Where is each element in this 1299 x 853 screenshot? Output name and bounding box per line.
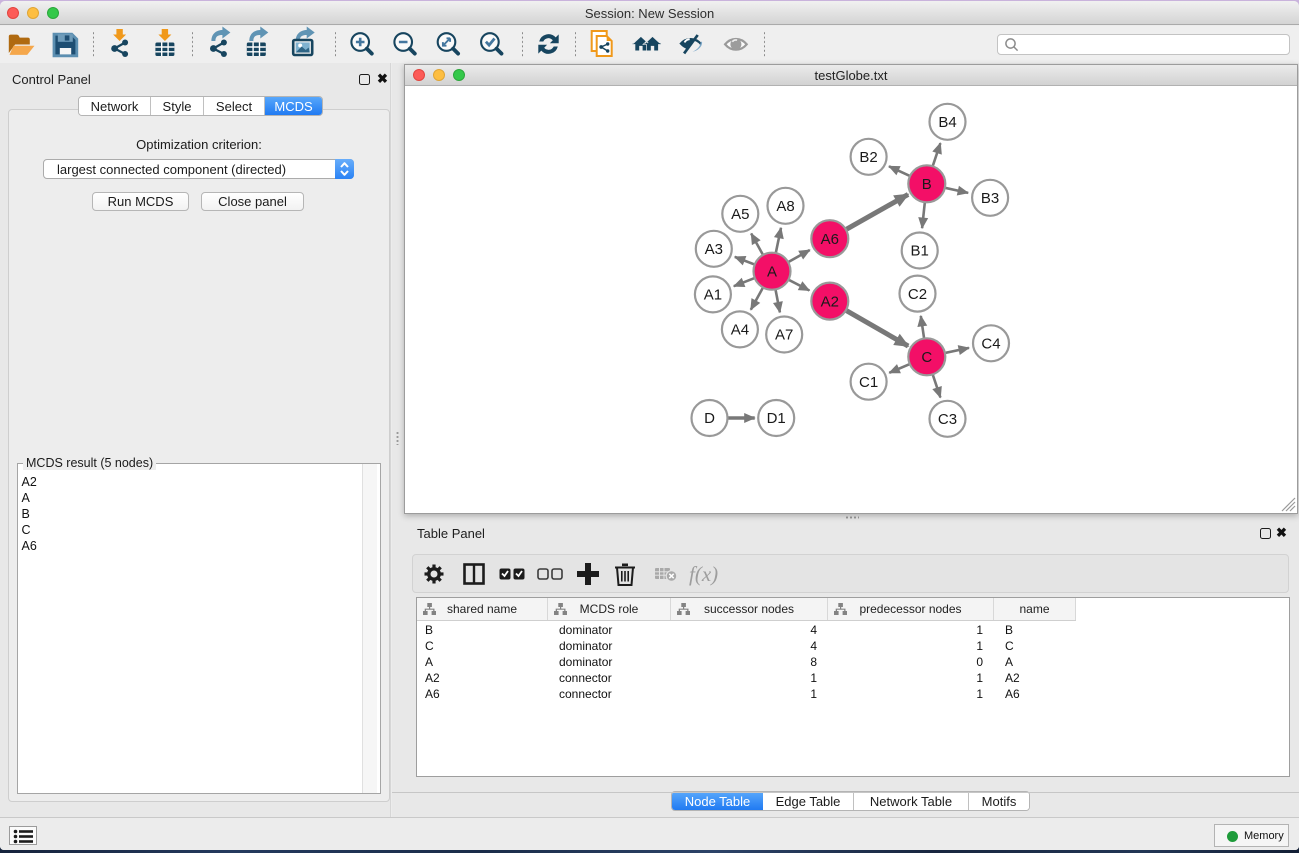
svg-text:C4: C4 [981,336,1000,353]
svg-text:C3: C3 [938,411,957,428]
svg-text:C: C [921,349,932,366]
svg-text:B2: B2 [859,149,877,166]
svg-text:A: A [767,263,777,280]
svg-text:B3: B3 [981,190,999,207]
svg-text:A3: A3 [705,241,723,258]
svg-text:A5: A5 [731,206,749,223]
svg-text:D1: D1 [767,410,786,427]
svg-text:A7: A7 [775,327,793,344]
svg-text:A1: A1 [704,287,722,304]
svg-text:B4: B4 [938,114,956,131]
svg-text:f(x): f(x) [689,562,718,586]
svg-text:C1: C1 [859,374,878,391]
svg-text:C2: C2 [908,286,927,303]
svg-text:B1: B1 [911,243,929,260]
svg-text:A2: A2 [821,293,839,310]
svg-text:B: B [922,176,932,193]
svg-text:D: D [704,410,715,427]
svg-text:A6: A6 [821,231,839,248]
svg-text:A4: A4 [731,322,749,339]
svg-text:A8: A8 [776,198,794,215]
